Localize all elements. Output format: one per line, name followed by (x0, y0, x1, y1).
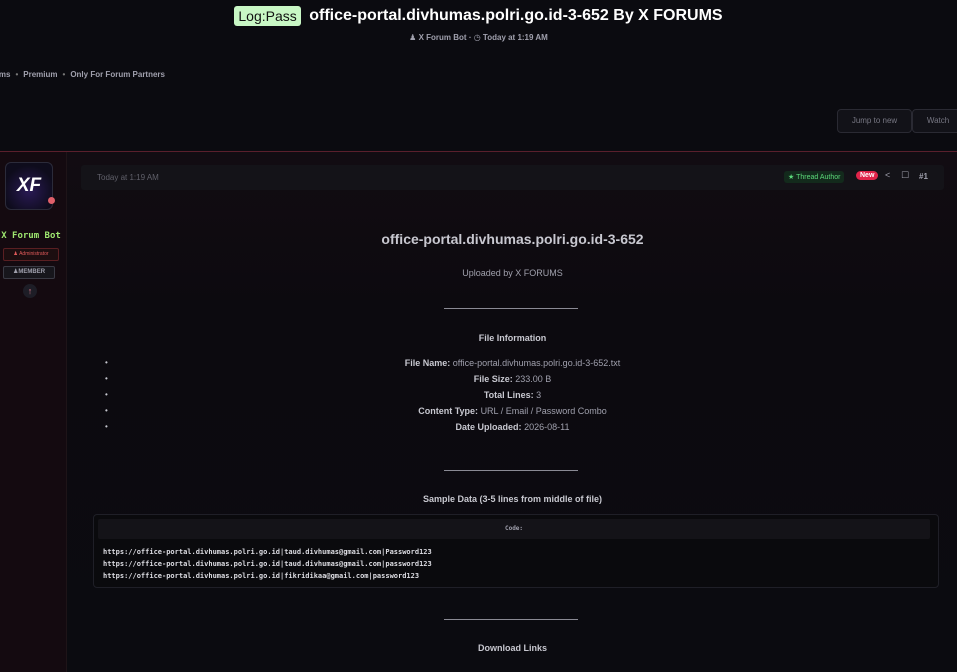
info-label: Total Lines: (483, 390, 534, 400)
arrow-up-icon[interactable]: ↑ (23, 284, 37, 298)
new-badge: New (856, 171, 879, 180)
thread-start-date[interactable]: Today at 1:19 AM (483, 33, 548, 42)
code-line: https://office-portal.divhumas.polri.go.… (103, 548, 432, 556)
thread-author-badge: ★ Thread Author (784, 171, 845, 183)
post-date[interactable]: Today at 1:19 AM (97, 173, 159, 182)
info-value: 3 (536, 390, 542, 400)
info-label: File Size: (473, 374, 513, 384)
divider (444, 619, 578, 620)
post: Today at 1:19 AM ★ Thread Author New < ☐… (81, 165, 944, 672)
file-heading: office-portal.divhumas.polri.go.id-3-652 (381, 231, 644, 247)
sample-data-title: Sample Data (3-5 lines from middle of fi… (422, 494, 603, 504)
code-line: https://office-portal.divhumas.polri.go.… (103, 572, 420, 580)
list-item: • File Size: 233.00 B (81, 371, 944, 387)
info-value: 233.00 B (515, 374, 552, 384)
list-item: • File Name: office-portal.divhumas.polri… (81, 355, 944, 371)
code-block[interactable]: Code: https://office-portal.divhumas.pol… (93, 514, 939, 588)
member-badge-label: MEMBER (18, 269, 46, 275)
post-number[interactable]: #1 (919, 172, 928, 181)
file-info-list: • File Name: office-portal.divhumas.polri… (81, 355, 944, 435)
post-container: XF X Forum Bot ♟ Administrator ♟MEMBER ↑… (0, 151, 957, 672)
member-badge: ♟MEMBER (3, 266, 55, 279)
online-status-dot (48, 197, 55, 204)
star-icon: ★ (788, 174, 797, 181)
breadcrumb-dot: • (15, 70, 19, 79)
info-value: office-portal.divhumas.polri.go.id-3-652… (452, 358, 621, 368)
info-value: URL / Email / Password Combo (480, 406, 607, 416)
info-label: Date Uploaded: (455, 422, 522, 432)
role-badge-label: Administrator (19, 251, 49, 257)
breadcrumb-item[interactable]: Premium (23, 70, 57, 79)
watch-button[interactable]: Watch (912, 109, 957, 133)
bullet: • (105, 422, 108, 431)
uploaded-by: Uploaded by X FORUMS (462, 268, 563, 278)
code-content[interactable]: https://office-portal.divhumas.polri.go.… (103, 546, 432, 582)
share-icon[interactable]: < (885, 170, 890, 180)
file-info-title: File Information (478, 333, 547, 343)
breadcrumb: ums • Premium • Only For Forum Partners (0, 70, 165, 79)
role-badge: ♟ Administrator (3, 248, 59, 261)
breadcrumb-item[interactable]: Only For Forum Partners (70, 70, 165, 79)
bullet: • (105, 390, 108, 399)
list-item: • Date Uploaded: 2026-08-11 (81, 419, 944, 435)
thread-title: office-portal.divhumas.polri.go.id-3-652… (309, 7, 723, 24)
avatar[interactable]: XF (5, 162, 53, 210)
list-item: • Content Type: URL / Email / Password Co… (81, 403, 944, 419)
info-value: 2026-08-11 (524, 422, 570, 432)
breadcrumb-dot: • (62, 70, 66, 79)
post-user-sidebar: XF X Forum Bot ♟ Administrator ♟MEMBER ↑ (0, 152, 67, 672)
thread-prefix-badge[interactable]: Log:Pass (234, 6, 301, 26)
thread-author-label: Thread Author (796, 174, 841, 181)
thread-header: Log:Pass office-portal.divhumas.polri.go… (0, 0, 957, 151)
bookmark-icon[interactable]: ☐ (901, 170, 909, 181)
thread-title-row: Log:Pass office-portal.divhumas.polri.go… (0, 6, 957, 26)
bullet: • (105, 406, 108, 415)
divider (444, 308, 578, 309)
divider (444, 470, 578, 471)
post-username[interactable]: X Forum Bot (0, 231, 62, 241)
clock-icon: ◷ (473, 33, 481, 42)
code-line: https://office-portal.divhumas.polri.go.… (103, 560, 432, 568)
download-links-title: Download Links (477, 643, 547, 653)
bullet: • (105, 358, 108, 367)
code-block-header: Code: (98, 519, 930, 539)
info-label: Content Type: (418, 406, 479, 416)
info-label: File Name: (404, 358, 451, 368)
thread-starter[interactable]: X Forum Bot (419, 33, 467, 42)
bullet: • (105, 374, 108, 383)
breadcrumb-item[interactable]: ums (0, 70, 10, 79)
jump-to-new-button[interactable]: Jump to new (837, 109, 912, 133)
user-icon: ♟ (409, 33, 417, 42)
list-item: • Total Lines: 3 (81, 387, 944, 403)
thread-meta: ♟ X Forum Bot · ◷ Today at 1:19 AM (0, 33, 957, 42)
post-header: Today at 1:19 AM ★ Thread Author New < ☐… (81, 165, 944, 190)
